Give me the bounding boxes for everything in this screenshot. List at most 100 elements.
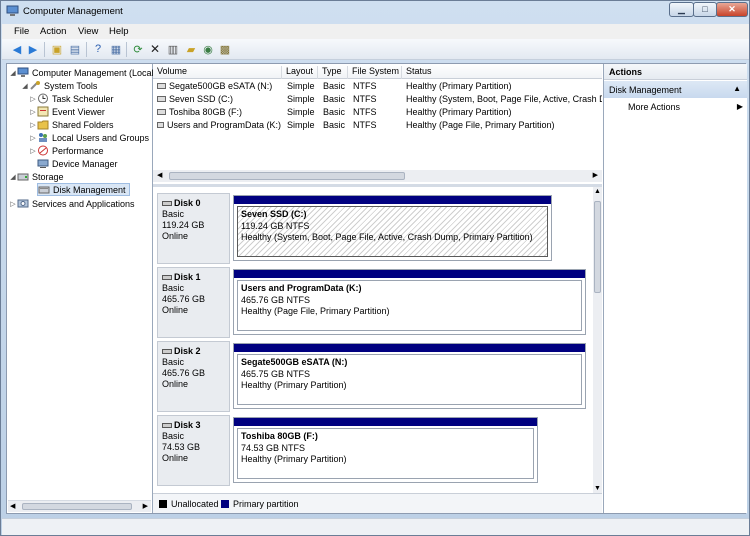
legend-primary: Primary partition [221, 499, 299, 509]
expand-icon[interactable]: ▷ [9, 200, 17, 208]
collapse-arrow-icon[interactable]: ▲ [733, 84, 741, 93]
column-file-system[interactable]: File System [347, 66, 401, 79]
scroll-left-icon[interactable]: ◀ [10, 502, 15, 510]
volume-fs: NTFS [353, 81, 377, 91]
tree-item-local-users[interactable]: ▷ Local Users and Groups [29, 131, 149, 144]
disk-properties-icon[interactable]: ▥ [166, 42, 180, 56]
scroll-right-icon[interactable]: ▶ [593, 171, 598, 179]
expand-icon[interactable]: ▷ [29, 147, 37, 155]
partition-body[interactable]: Seven SSD (C:) 119.24 GB NTFS Healthy (S… [237, 206, 548, 257]
partition-name: Users and ProgramData (K:) [241, 283, 362, 293]
scroll-right-icon[interactable]: ▶ [143, 502, 148, 510]
tree-item-disk-management[interactable]: Disk Management [37, 183, 130, 196]
check-disk-icon[interactable]: ▩ [218, 42, 232, 56]
volume-row[interactable]: Toshiba 80GB (F:) Simple Basic NTFS Heal… [153, 106, 602, 119]
expand-icon[interactable]: ▷ [29, 121, 37, 129]
tree-item-performance[interactable]: ▷ Performance [29, 144, 104, 157]
disk-size: 465.76 GB [162, 368, 206, 378]
volume-icon [157, 83, 166, 89]
actions-section-disk-management[interactable]: Disk Management ▲ [604, 81, 747, 98]
tree-item-services[interactable]: ▷ Services and Applications [9, 197, 134, 210]
volume-row[interactable]: Segate500GB eSATA (N:) Simple Basic NTFS… [153, 80, 602, 93]
disk-label[interactable]: Disk 0 Basic 119.24 GB Online [157, 193, 230, 264]
volume-list-horizontal-scrollbar[interactable]: ◀ ▶ [153, 170, 602, 182]
disk-label[interactable]: Disk 2 Basic 465.76 GB Online [157, 341, 230, 412]
column-status[interactable]: Status [401, 66, 602, 79]
tree-item-event-viewer-label: Event Viewer [52, 106, 105, 117]
tree-item-root[interactable]: ◢ Computer Management (Local [9, 66, 154, 79]
tree-scroll-thumb[interactable] [22, 503, 132, 510]
volume-scroll-thumb[interactable] [169, 172, 405, 180]
tree-item-device-manager[interactable]: Device Manager [37, 157, 118, 170]
menu-file[interactable]: File [14, 26, 29, 37]
tree-item-shared-folders[interactable]: ▷ Shared Folders [29, 118, 114, 131]
show-hide-tree-icon[interactable]: ▤ [68, 42, 82, 56]
back-arrow-icon[interactable]: ◀ [10, 42, 24, 56]
column-volume[interactable]: Volume [153, 66, 281, 79]
maximize-button[interactable]: □ [693, 2, 717, 17]
column-layout[interactable]: Layout [281, 66, 317, 79]
properties-icon[interactable]: ▦ [109, 42, 123, 56]
window-title: Computer Management [23, 6, 123, 17]
menu-help[interactable]: Help [109, 26, 129, 37]
tree-item-task-scheduler-label: Task Scheduler [52, 93, 114, 104]
partition-status: Healthy (Primary Partition) [241, 380, 347, 390]
collapse-icon[interactable]: ◢ [9, 173, 17, 181]
disk-label[interactable]: Disk 3 Basic 74.53 GB Online [157, 415, 230, 486]
partition-block[interactable]: Users and ProgramData (K:) 465.76 GB NTF… [233, 269, 586, 335]
delete-icon[interactable]: ✕ [148, 42, 162, 56]
disk-scroll-thumb[interactable] [594, 201, 601, 293]
partition-block[interactable]: Segate500GB eSATA (N:) 465.75 GB NTFS He… [233, 343, 586, 409]
partition-block[interactable]: Seven SSD (C:) 119.24 GB NTFS Healthy (S… [233, 195, 552, 261]
expand-icon[interactable]: ▷ [29, 134, 37, 142]
partition-body[interactable]: Toshiba 80GB (F:) 74.53 GB NTFS Healthy … [237, 428, 534, 479]
partition-body[interactable]: Segate500GB eSATA (N:) 465.75 GB NTFS He… [237, 354, 582, 405]
close-button[interactable]: ✕ [716, 2, 748, 17]
tree-item-task-scheduler[interactable]: ▷ Task Scheduler [29, 92, 114, 105]
tree-item-event-viewer[interactable]: ▷ Event Viewer [29, 105, 105, 118]
volume-row[interactable]: Seven SSD (C:) Simple Basic NTFS Healthy… [153, 93, 602, 106]
device-manager-icon [37, 159, 49, 168]
actions-pane: Actions Disk Management ▲ More Actions ▶ [603, 64, 747, 513]
primary-partition-bar [234, 270, 585, 278]
volume-row[interactable]: Users and ProgramData (K:) Simple Basic … [153, 119, 602, 132]
disk-view-vertical-scrollbar[interactable]: ▲ ▼ [593, 187, 602, 493]
help-icon[interactable]: ? [91, 42, 105, 56]
volume-status: Healthy (Primary Partition) [406, 107, 512, 117]
scroll-down-icon[interactable]: ▼ [594, 485, 601, 492]
partition-body[interactable]: Users and ProgramData (K:) 465.76 GB NTF… [237, 280, 582, 331]
more-actions-item[interactable]: More Actions ▶ [604, 100, 747, 115]
volume-fs: NTFS [353, 94, 377, 104]
menu-view[interactable]: View [78, 26, 98, 37]
tree-item-system-tools[interactable]: ◢ System Tools [21, 79, 97, 92]
toolbar: ◀ ▶ ▣ ▤ ? ▦ ⟳ ✕ ▥ ▰ ◉ ▩ [2, 39, 749, 60]
scroll-left-icon[interactable]: ◀ [157, 171, 162, 179]
partition-block[interactable]: Toshiba 80GB (F:) 74.53 GB NTFS Healthy … [233, 417, 538, 483]
disk-row: Disk 1 Basic 465.76 GB Online Users and … [157, 267, 589, 338]
disk-type: Basic [162, 209, 185, 219]
scroll-up-icon[interactable]: ▲ [594, 188, 601, 195]
partition-status: Healthy (Page File, Primary Partition) [241, 306, 390, 316]
tree-item-storage[interactable]: ◢ Storage [9, 170, 63, 183]
search-icon[interactable]: ◉ [201, 42, 215, 56]
volume-type: Basic [323, 94, 346, 104]
minimize-button[interactable]: ▁ [669, 2, 694, 17]
refresh-icon[interactable]: ⟳ [131, 42, 145, 56]
tree-horizontal-scrollbar[interactable]: ◀ ▶ [8, 500, 151, 512]
expand-icon[interactable]: ▷ [29, 95, 37, 103]
legend-primary-label: Primary partition [233, 499, 299, 509]
title-bar[interactable]: Computer Management ▁ □ ✕ [1, 1, 749, 23]
forward-arrow-icon[interactable]: ▶ [26, 42, 40, 56]
computer-management-icon [6, 5, 19, 16]
up-folder-icon[interactable]: ▣ [50, 42, 64, 56]
system-tools-icon [30, 81, 40, 90]
disk-state: Online [162, 305, 189, 315]
menu-action[interactable]: Action [40, 26, 66, 37]
status-bar [2, 518, 749, 535]
collapse-icon[interactable]: ◢ [9, 69, 17, 77]
open-folder-icon[interactable]: ▰ [184, 42, 198, 56]
collapse-icon[interactable]: ◢ [21, 82, 29, 90]
column-type[interactable]: Type [317, 66, 347, 79]
disk-label[interactable]: Disk 1 Basic 465.76 GB Online [157, 267, 230, 338]
expand-icon[interactable]: ▷ [29, 108, 37, 116]
